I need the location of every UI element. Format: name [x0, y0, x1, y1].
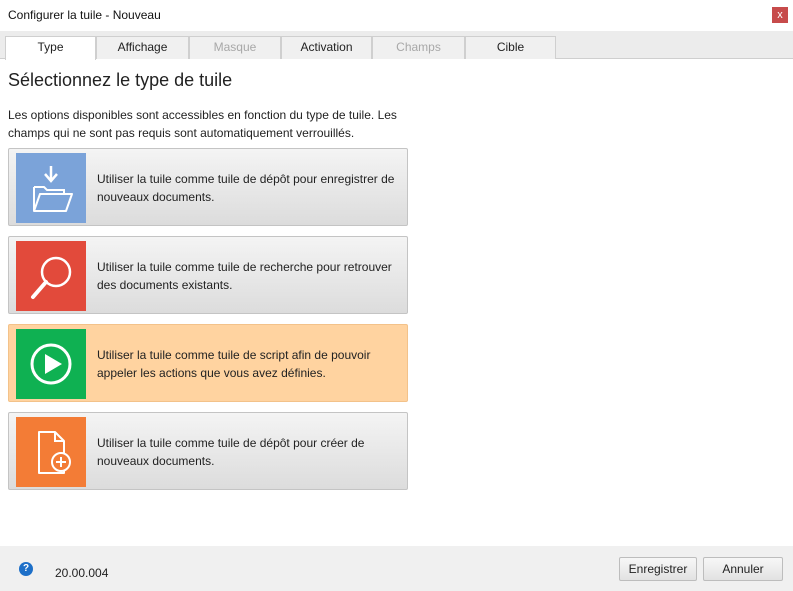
option-text: Utiliser la tuile comme tuile de recherc…	[97, 260, 392, 292]
tab-cible[interactable]: Cible	[465, 36, 556, 59]
tile-type-option-search[interactable]: Utiliser la tuile comme tuile de recherc…	[8, 236, 408, 314]
page-description: Les options disponibles sont accessibles…	[8, 108, 397, 140]
close-button[interactable]: x	[772, 7, 788, 23]
help-icon[interactable]: ?	[19, 562, 33, 576]
title-bar: Configurer la tuile - Nouveau x	[0, 0, 793, 31]
option-text: Utiliser la tuile comme tuile de dépôt p…	[97, 172, 395, 204]
tab-affichage[interactable]: Affichage	[96, 36, 189, 59]
play-circle-icon	[16, 329, 86, 399]
search-icon	[16, 241, 86, 311]
version-label: 20.00.004	[55, 566, 109, 580]
save-button[interactable]: Enregistrer	[619, 557, 697, 581]
tab-type[interactable]: Type	[5, 36, 96, 60]
document-add-icon	[16, 417, 86, 487]
tab-activation[interactable]: Activation	[281, 36, 372, 59]
option-text: Utiliser la tuile comme tuile de dépôt p…	[97, 436, 365, 468]
option-text: Utiliser la tuile comme tuile de script …	[97, 348, 371, 380]
tab-champs: Champs	[372, 36, 465, 59]
cancel-button[interactable]: Annuler	[703, 557, 783, 581]
tab-masque: Masque	[189, 36, 281, 59]
window-title: Configurer la tuile - Nouveau	[8, 8, 161, 22]
tile-type-option-deposit-save[interactable]: Utiliser la tuile comme tuile de dépôt p…	[8, 148, 408, 226]
tile-type-option-script[interactable]: Utiliser la tuile comme tuile de script …	[8, 324, 408, 402]
tile-type-option-deposit-create[interactable]: Utiliser la tuile comme tuile de dépôt p…	[8, 412, 408, 490]
folder-download-icon	[16, 153, 86, 223]
tab-strip: Type Affichage Masque Activation Champs …	[0, 31, 793, 60]
page-title: Sélectionnez le type de tuile	[8, 70, 233, 90]
footer-bar: ? 20.00.004 Enregistrer Annuler	[0, 546, 793, 591]
